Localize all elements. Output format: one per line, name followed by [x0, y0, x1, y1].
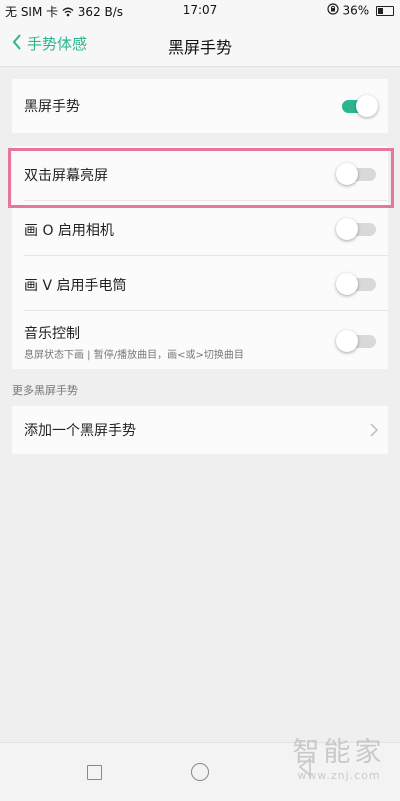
draw-o-camera-switch[interactable] — [336, 218, 378, 240]
back-label: 手势体感 — [27, 35, 88, 53]
add-gesture-label: 添加一个黑屏手势 — [24, 423, 136, 439]
battery-icon — [376, 5, 394, 16]
chevron-left-icon — [12, 33, 27, 54]
toggle-knob — [336, 163, 358, 185]
master-toggle-card: 黑屏手势 — [12, 79, 388, 133]
battery-fill — [378, 7, 383, 14]
gesture-label: 双击屏幕亮屏 — [24, 168, 108, 184]
toggle-knob — [336, 330, 358, 352]
gesture-subtitle: 息屏状态下画 | 暂停/播放曲目，画<或>切换曲目 — [24, 350, 244, 361]
chevron-right-icon — [370, 422, 379, 441]
gesture-row-double-tap[interactable]: 双击屏幕亮屏 — [12, 146, 388, 200]
status-bar: 无 SIM 卡 362 B/s 17:07 36% — [0, 0, 400, 22]
home-button[interactable] — [191, 763, 209, 781]
section-label: 更多黑屏手势 — [12, 384, 78, 397]
gesture-row-music[interactable]: 音乐控制 息屏状态下画 | 暂停/播放曲目，画<或>切换曲目 — [12, 311, 388, 369]
gesture-label: 画 O 启用相机 — [24, 223, 114, 239]
rotation-lock-icon — [327, 3, 343, 18]
add-gesture-card: 添加一个黑屏手势 — [12, 406, 388, 454]
double-tap-wake-switch[interactable] — [336, 163, 378, 185]
master-toggle-row[interactable]: 黑屏手势 — [12, 79, 388, 133]
master-toggle-label: 黑屏手势 — [24, 99, 80, 115]
back-button[interactable]: 手势体感 — [12, 33, 87, 54]
status-right: 36% — [327, 3, 394, 18]
toggle-knob — [356, 95, 378, 117]
recent-apps-button[interactable] — [87, 765, 102, 780]
music-control-switch[interactable] — [336, 330, 378, 352]
gesture-row-draw-o[interactable]: 画 O 启用相机 — [12, 201, 388, 255]
add-gesture-row[interactable]: 添加一个黑屏手势 — [12, 406, 388, 454]
system-nav-bar — [0, 742, 400, 801]
battery-percent: 36% — [342, 3, 370, 18]
nav-bar: 手势体感 黑屏手势 — [0, 22, 400, 67]
gestures-card: 双击屏幕亮屏 画 O 启用相机 画 V 启用手电筒 音乐控制 息屏状态下画 | … — [12, 146, 388, 369]
back-triangle-button[interactable] — [297, 757, 313, 781]
gesture-row-draw-v[interactable]: 画 V 启用手电筒 — [12, 256, 388, 310]
toggle-knob — [336, 218, 358, 240]
gesture-label: 音乐控制 — [24, 326, 80, 342]
master-toggle-switch[interactable] — [336, 95, 378, 117]
gesture-label: 画 V 启用手电筒 — [24, 278, 127, 294]
toggle-knob — [336, 273, 358, 295]
draw-v-flashlight-switch[interactable] — [336, 273, 378, 295]
